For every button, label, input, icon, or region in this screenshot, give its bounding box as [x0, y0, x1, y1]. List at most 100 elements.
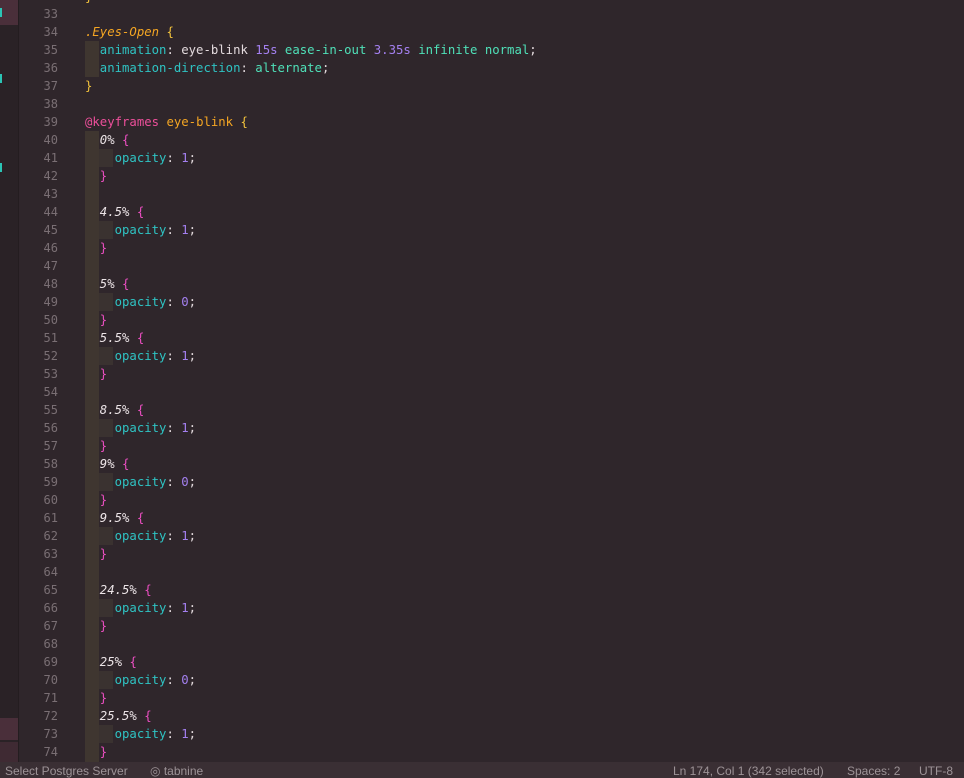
- line-number: 66: [43, 601, 58, 615]
- code-editor[interactable]: } 33343536373839404142434445464748495051…: [19, 0, 964, 762]
- code-token: ;: [188, 151, 197, 165]
- code-line[interactable]: 24.5% {: [85, 581, 152, 599]
- code-token: }: [85, 547, 108, 561]
- indentation-setting[interactable]: Spaces: 2: [847, 763, 900, 778]
- code-line[interactable]: 25.5% {: [85, 707, 152, 725]
- code-line[interactable]: }: [85, 491, 107, 509]
- code-line[interactable]: .Eyes-Open {: [85, 23, 174, 41]
- code-line[interactable]: }: [85, 617, 107, 635]
- code-line[interactable]: animation-direction: alternate;: [85, 59, 330, 77]
- code-token: 8.5: [85, 403, 123, 417]
- code-line[interactable]: }: [85, 743, 107, 761]
- code-line[interactable]: opacity: 0;: [85, 671, 196, 689]
- line-number: 42: [43, 169, 58, 183]
- code-token: }: [85, 313, 108, 327]
- code-line[interactable]: }: [85, 365, 107, 383]
- code-line[interactable]: opacity: 1;: [85, 347, 196, 365]
- code-token: 4.5: [85, 205, 123, 219]
- code-line[interactable]: }: [85, 239, 107, 257]
- code-line[interactable]: }: [85, 545, 107, 563]
- line-number: 46: [43, 241, 58, 255]
- encoding-setting[interactable]: UTF-8: [919, 763, 953, 778]
- code-token: opacity: [85, 295, 167, 309]
- code-line[interactable]: }: [85, 167, 107, 185]
- code-token: 1: [181, 151, 189, 165]
- sidebar-active-row[interactable]: [0, 718, 18, 740]
- line-number: 72: [43, 709, 58, 723]
- line-number: 41: [43, 151, 58, 165]
- code-token: 1: [181, 601, 189, 615]
- code-token: ;: [188, 349, 197, 363]
- code-token: opacity: [85, 421, 167, 435]
- line-number: 45: [43, 223, 58, 237]
- code-line[interactable]: opacity: 0;: [85, 293, 196, 311]
- code-line[interactable]: 25% {: [85, 653, 137, 671]
- sidebar-active-row[interactable]: [0, 742, 18, 762]
- code-token: ;: [188, 673, 197, 687]
- code-token: {: [136, 511, 145, 525]
- code-line[interactable]: }: [85, 689, 107, 707]
- code-token: ;: [188, 601, 197, 615]
- code-token: 0: [85, 133, 108, 147]
- code-line[interactable]: 5% {: [85, 275, 130, 293]
- code-token: 9: [85, 457, 108, 471]
- code-token: %: [129, 709, 137, 723]
- code-token: :: [166, 421, 182, 435]
- code-line[interactable]: }: [85, 437, 107, 455]
- code-line[interactable]: 4.5% {: [85, 203, 144, 221]
- code-token: }: [85, 241, 108, 255]
- code-line[interactable]: 0% {: [85, 131, 130, 149]
- code-token: {: [144, 709, 152, 723]
- code-line[interactable]: opacity: 1;: [85, 419, 196, 437]
- code-line[interactable]: opacity: 1;: [85, 221, 196, 239]
- code-token: 1: [181, 421, 189, 435]
- line-number: 40: [43, 133, 58, 147]
- code-token: :: [166, 475, 182, 489]
- code-line[interactable]: 5.5% {: [85, 329, 144, 347]
- code-token: infinite: [418, 43, 478, 57]
- code-token: :: [166, 295, 182, 309]
- code-line[interactable]: }: [85, 77, 92, 95]
- code-line[interactable]: opacity: 1;: [85, 725, 196, 743]
- line-number-gutter: 33 34 35 36 37 38 39 40 41 42 43 44 45 46 47 48 49 50 51 52…: [19, 0, 64, 762]
- line-number: 63: [43, 547, 58, 561]
- code-token: eye-blink: [166, 115, 234, 129]
- code-line[interactable]: 8.5% {: [85, 401, 144, 419]
- cursor-position[interactable]: Ln 174, Col 1 (342 selected): [673, 763, 824, 778]
- code-token: opacity: [85, 529, 167, 543]
- code-line[interactable]: animation: eye-blink 15s ease-in-out 3.3…: [85, 41, 537, 59]
- code-token: {: [166, 25, 174, 39]
- code-line[interactable]: }: [85, 311, 107, 329]
- line-number: 44: [43, 205, 58, 219]
- code-line[interactable]: 9% {: [85, 455, 130, 473]
- line-number: 70: [43, 673, 58, 687]
- tabnine-status[interactable]: ◎ tabnine: [150, 763, 203, 778]
- code-line[interactable]: @keyframes eye-blink {: [85, 113, 248, 131]
- line-number: 68: [43, 637, 58, 651]
- code-token: :: [240, 61, 256, 75]
- code-token: :: [166, 151, 182, 165]
- code-line[interactable]: opacity: 1;: [85, 599, 196, 617]
- code-token: {: [122, 133, 130, 147]
- code-line[interactable]: opacity: 1;: [85, 149, 196, 167]
- postgres-server-selector[interactable]: Select Postgres Server: [5, 763, 128, 778]
- code-line[interactable]: 9.5% {: [85, 509, 144, 527]
- code-token: 1: [181, 529, 189, 543]
- code-token: :: [166, 529, 182, 543]
- code-line[interactable]: opacity: 1;: [85, 527, 196, 545]
- code-token: {: [136, 331, 145, 345]
- code-token: opacity: [85, 601, 167, 615]
- sidebar-active-row[interactable]: [0, 0, 18, 25]
- code-token: ;: [529, 43, 537, 57]
- line-number: 61: [43, 511, 58, 525]
- code-line[interactable]: opacity: 0;: [85, 473, 196, 491]
- sidebar-marker: [0, 8, 2, 17]
- code-token: opacity: [85, 223, 167, 237]
- code-token: }: [85, 745, 108, 759]
- line-number: 67: [43, 619, 58, 633]
